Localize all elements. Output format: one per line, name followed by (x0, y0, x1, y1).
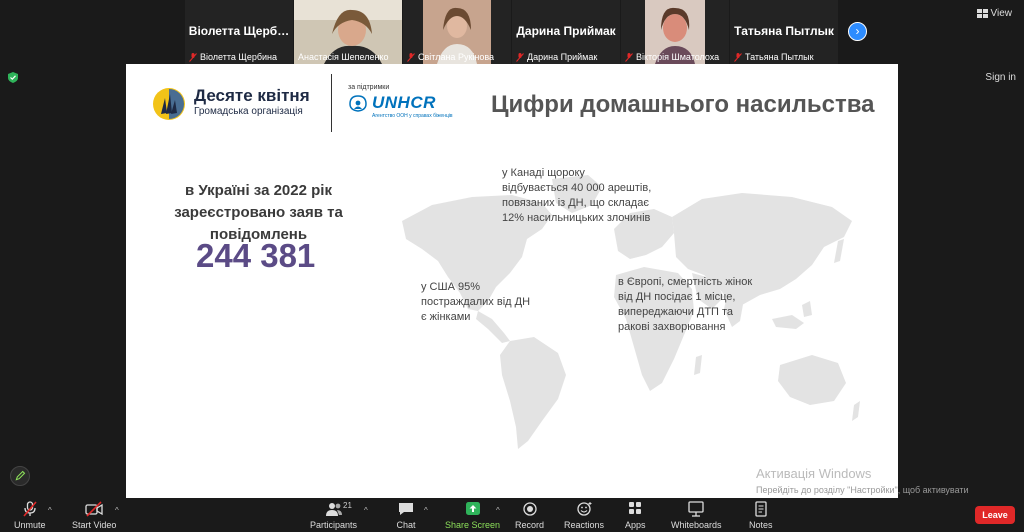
chat-options-caret[interactable]: ^ (424, 506, 428, 515)
participant-caption: Вікторія Шматолоха (625, 52, 727, 62)
microphone-muted-icon (23, 501, 37, 517)
europe-note: в Європі, смертність жінок від ДН посіда… (618, 276, 753, 333)
mic-muted-icon (407, 52, 415, 62)
share-screen-icon (465, 502, 480, 515)
view-button[interactable]: View (976, 8, 1012, 19)
video-options-caret[interactable]: ^ (115, 506, 119, 515)
audio-options-caret[interactable]: ^ (48, 506, 52, 515)
participant-caption: Татьяна Пытлык (734, 52, 836, 62)
apps-button[interactable]: Apps (625, 501, 646, 530)
share-screen-button[interactable]: Share Screen (445, 501, 500, 530)
record-button[interactable]: Record (515, 501, 544, 530)
unmute-button[interactable]: Unmute (14, 501, 46, 530)
reactions-smiley-icon (577, 502, 592, 516)
participants-count: 21 (343, 501, 352, 510)
participant-tile[interactable]: Вікторія Шматолоха (621, 0, 729, 64)
unhcr-logo-icon (349, 95, 367, 112)
apps-icon (629, 502, 642, 514)
share-options-caret[interactable]: ^ (496, 506, 500, 515)
participant-tile[interactable]: Татьяна Пытлык Татьяна Пытлык (730, 0, 838, 64)
activation-watermark-title: Активація Windows (756, 466, 872, 481)
participant-tile[interactable]: Дарина Приймак Дарина Приймак (512, 0, 620, 64)
reactions-button[interactable]: Reactions (564, 501, 604, 530)
chat-button[interactable]: Chat (396, 501, 416, 530)
participants-options-caret[interactable]: ^ (364, 506, 368, 515)
participant-tile[interactable]: Віолетта Щерб… Віолетта Щербина (185, 0, 293, 64)
video-off-icon (85, 501, 103, 517)
ukraine-statistic-number: 244 381 (196, 237, 316, 274)
participant-name: Віолетта Щерб… (188, 24, 290, 38)
leave-button[interactable]: Leave (975, 506, 1015, 524)
whiteboard-icon (688, 501, 704, 517)
participant-caption: Світлана Рукінова (407, 52, 509, 62)
zoom-meeting-window: Віолетта Щерб… Віолетта Щербина Анастасі… (0, 0, 1024, 532)
organization-logo-icon (153, 88, 185, 120)
participant-name: Татьяна Пытлык (734, 24, 834, 38)
security-shield-icon[interactable] (8, 72, 18, 83)
participant-caption: Дарина Приймак (516, 52, 618, 62)
chevron-right-icon[interactable]: › (848, 22, 867, 41)
mic-muted-icon (516, 52, 524, 62)
sign-in-link[interactable]: Sign in (985, 72, 1016, 83)
unhcr-subtitle: Агентство ООН у справах біженців (372, 113, 453, 119)
meeting-toolbar: Unmute ^ Start Video ^ Participants 21 ^… (0, 498, 1024, 532)
participants-icon (325, 503, 342, 516)
whiteboards-button[interactable]: Whiteboards (671, 501, 722, 530)
start-video-button[interactable]: Start Video (72, 501, 116, 530)
participant-strip: Віолетта Щерб… Віолетта Щербина Анастасі… (185, 0, 839, 64)
organization-name: Десяте квітня (194, 86, 310, 105)
usa-note: у США 95% постраждалих від ДН є жінками (421, 281, 531, 323)
canada-note: у Канаді щороку відбувається 40 000 ареш… (502, 167, 652, 224)
annotate-pen-icon[interactable] (10, 466, 30, 486)
participant-caption: Віолетта Щербина (189, 52, 291, 62)
notes-button[interactable]: Notes (749, 501, 773, 530)
support-label: за підтримки (348, 84, 390, 91)
chat-icon (399, 503, 413, 515)
organization-subtitle: Громадська організація (194, 106, 303, 117)
participant-name: Дарина Приймак (516, 24, 616, 38)
unhcr-name: UNHCR (372, 93, 436, 112)
mic-muted-icon (734, 52, 742, 62)
shared-slide: Десяте квітня Громадська організація за … (126, 64, 898, 498)
participant-tile-active[interactable]: Анастасія Шепеленко (294, 0, 402, 64)
logo-divider (331, 74, 332, 132)
mic-muted-icon (189, 52, 197, 62)
grid-icon (976, 9, 988, 18)
notes-icon (755, 501, 767, 517)
record-icon (522, 502, 537, 516)
participant-tile[interactable]: Світлана Рукінова (403, 0, 511, 64)
slide-title: Цифри домашнього насильства (491, 91, 875, 118)
participant-caption: Анастасія Шепеленко (298, 52, 389, 62)
mic-muted-icon (625, 52, 633, 62)
